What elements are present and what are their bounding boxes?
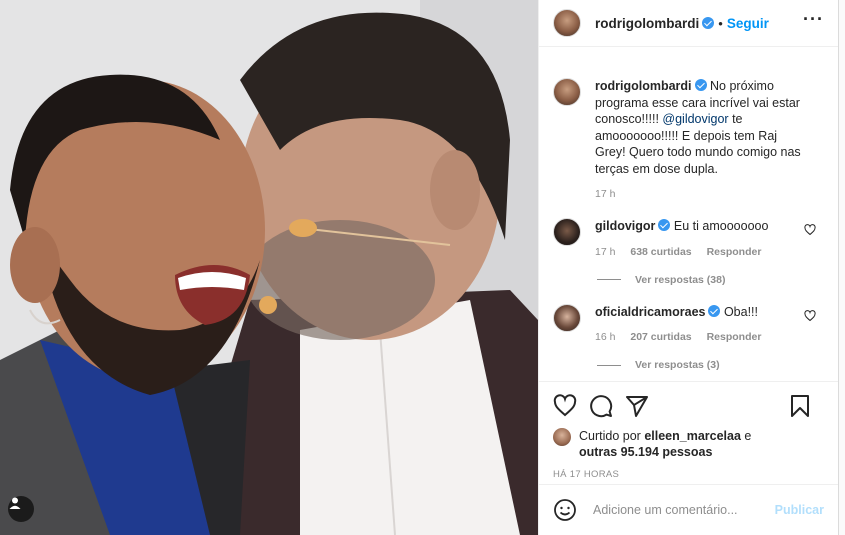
verified-badge-icon: [658, 219, 671, 231]
caption: rodrigolombardi No próximo programa esse…: [553, 78, 824, 200]
like-comment-heart-icon[interactable]: [804, 224, 816, 236]
liked-by-middle: e: [740, 429, 752, 443]
post-header: rodrigolombardi • Seguir ···: [539, 0, 838, 47]
separator-dot: •: [718, 15, 723, 31]
liked-by-prefix: Curtido por: [579, 429, 645, 443]
comment-item: gildovigor Eu ti amooooooo 17 h 638 curt…: [553, 218, 824, 258]
comment-text: gildovigor Eu ti amooooooo: [595, 218, 805, 235]
caption-username[interactable]: rodrigolombardi: [595, 79, 692, 93]
caption-time[interactable]: 17 h: [595, 188, 615, 200]
others-count-link[interactable]: outras 95.194 pessoas: [579, 445, 712, 459]
view-replies-label: Ver respostas (38): [635, 273, 726, 286]
author-username[interactable]: rodrigolombardi: [595, 16, 699, 31]
reply-button[interactable]: Responder: [707, 331, 762, 343]
comment-likes[interactable]: 207 curtidas: [630, 331, 691, 343]
verified-badge-icon: [708, 304, 721, 317]
like-comment-heart-icon[interactable]: [804, 309, 816, 322]
caption-meta: 17 h: [595, 188, 805, 200]
liked-by: Curtido por elleen_marcelaa e outras 95.…: [553, 428, 824, 460]
caption-author-avatar[interactable]: [553, 78, 581, 106]
page-edge: [839, 0, 845, 535]
replies-divider: [597, 364, 621, 366]
tag-user-button[interactable]: [8, 496, 34, 522]
comment-body: Oba!!!: [723, 304, 758, 319]
user-icon: [9, 497, 21, 509]
liker-avatar[interactable]: [553, 428, 571, 446]
caption-text: rodrigolombardi No próximo programa esse…: [595, 78, 805, 177]
author-avatar[interactable]: [553, 9, 581, 37]
post-side-panel: rodrigolombardi • Seguir ··· rodrigolomb…: [538, 0, 839, 535]
post-actions: Curtido por elleen_marcelaa e outras 95.…: [539, 381, 838, 480]
reply-button[interactable]: Responder: [707, 246, 762, 258]
comment-text: oficialdricamoraes Oba!!!: [595, 304, 805, 321]
comment-input[interactable]: Adicione um comentário...: [593, 503, 775, 517]
comment-username[interactable]: oficialdricamoraes: [595, 305, 705, 319]
verified-badge-icon: [702, 17, 715, 29]
publish-button[interactable]: Publicar: [775, 503, 824, 517]
photo-illustration: [0, 0, 538, 535]
post-photo[interactable]: [0, 0, 538, 535]
save-bookmark-icon[interactable]: [788, 394, 812, 418]
view-replies-label: Ver respostas (3): [635, 359, 720, 371]
comment-bubble-icon[interactable]: [589, 394, 613, 418]
comment-meta: 17 h 638 curtidas Responder: [595, 246, 805, 258]
more-options-icon[interactable]: ···: [803, 10, 824, 32]
share-send-icon[interactable]: [625, 394, 649, 418]
comment-likes[interactable]: 638 curtidas: [630, 246, 691, 258]
post-timestamp[interactable]: HÁ 17 HORAS: [553, 469, 824, 480]
add-comment-bar: Adicione um comentário... Publicar: [539, 484, 838, 535]
action-icons: [553, 394, 824, 418]
verified-badge-icon: [694, 79, 707, 91]
comment-time[interactable]: 17 h: [595, 246, 615, 258]
caption-mention-link[interactable]: @gildovigor: [662, 112, 728, 126]
comment-username[interactable]: gildovigor: [595, 219, 655, 233]
comment-body: Eu ti amooooooo: [673, 219, 769, 233]
comment-time[interactable]: 16 h: [595, 331, 615, 343]
commenter-avatar[interactable]: [553, 218, 581, 246]
comment-meta: 16 h 207 curtidas Responder: [595, 331, 805, 343]
replies-divider: [597, 279, 621, 280]
view-replies-button[interactable]: Ver respostas (38): [597, 274, 824, 286]
emoji-icon[interactable]: [553, 498, 577, 522]
comment-item: oficialdricamoraes Oba!!! 16 h 207 curti…: [553, 303, 824, 343]
view-replies-button[interactable]: Ver respostas (3): [597, 359, 824, 371]
like-heart-icon[interactable]: [553, 394, 577, 418]
comments-list[interactable]: rodrigolombardi No próximo programa esse…: [539, 48, 838, 380]
commenter-avatar[interactable]: [553, 303, 581, 332]
liker-username[interactable]: elleen_marcelaa: [644, 429, 741, 443]
follow-button[interactable]: Seguir: [727, 16, 769, 31]
